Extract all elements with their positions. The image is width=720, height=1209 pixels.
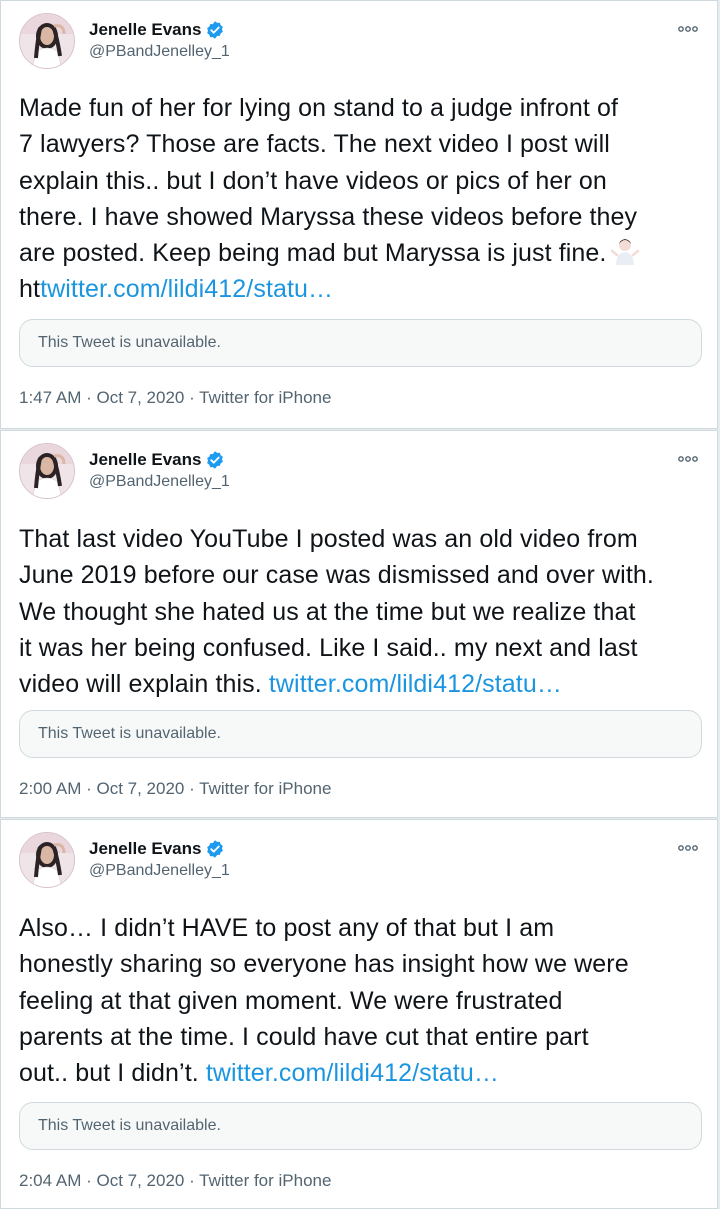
tweet-text-line: Also… I didn’t HAVE to post any of that … [19,914,555,942]
tweet-timestamp[interactable]: 2:04 AM · Oct 7, 2020 · Twitter for iPho… [19,1171,331,1191]
verified-badge-icon [205,20,225,40]
tweet-link-line: video will explain this. twitter.com/lil… [19,666,709,702]
quoted-tweet-unavailable-text: This Tweet is unavailable. [38,725,221,742]
tweet-text-line: honestly sharing so everyone has insight… [19,950,629,979]
tweet-text: That last video YouTube I posted was an … [19,521,709,702]
tweet-text-line: feeling at that given moment. We were fr… [19,986,563,1015]
tweet-text-line: video will explain this. [19,670,262,699]
tweet-text: Also… I didn’t HAVE to post any of that … [19,910,709,1091]
avatar[interactable] [19,832,75,888]
tweet-link-line: httwitter.com/lildi412/statu… [19,271,709,307]
quoted-tweet-card[interactable]: This Tweet is unavailable. [19,710,702,758]
tweet-link-line: out.. but I didn’t. twitter.com/lildi412… [19,1055,709,1091]
author-handle[interactable]: @PBandJenelley_1 [89,473,230,491]
author-name[interactable]: Jenelle Evans [89,20,201,40]
tweet-link[interactable]: twitter.com/lildi412/statu… [206,1059,499,1087]
tweet-3[interactable]: Jenelle Evans @PBandJenelley_1 Also… I d… [0,819,718,1209]
tweet-text-line: 7 lawyers? Those are facts. The next vid… [19,130,610,159]
avatar[interactable] [19,13,75,69]
quoted-tweet-unavailable-text: This Tweet is unavailable. [38,334,221,351]
tweet-header: Jenelle Evans @PBandJenelley_1 [19,13,699,71]
tweet-stack: Jenelle Evans @PBandJenelley_1 Made fun … [0,0,720,1209]
verified-badge-icon [205,839,225,859]
tweet-text: Made fun of her for lying on stand to a … [19,90,709,308]
tweet-text-line: That last video YouTube I posted was an … [19,525,638,553]
more-options-icon[interactable] [677,451,699,462]
author-block: Jenelle Evans @PBandJenelley_1 [89,838,230,880]
tweet-link[interactable]: twitter.com/lildi412/statu… [40,275,333,303]
tweet-text-line: there. I have showed Maryssa these video… [19,202,638,231]
tweet-text-line: it was her being confused. Like I said..… [19,633,638,662]
quoted-tweet-card[interactable]: This Tweet is unavailable. [19,1102,702,1150]
author-handle[interactable]: @PBandJenelley_1 [89,43,230,61]
tweet-text-line: explain this.. but I don’t have videos o… [19,166,607,195]
tweet-text-line-with-emoji: are posted. Keep being mad but Maryssa i… [19,235,709,271]
verified-badge-icon [205,450,225,470]
more-options-icon[interactable] [677,21,699,32]
author-block: Jenelle Evans @PBandJenelley_1 [89,449,230,491]
tweet-header: Jenelle Evans @PBandJenelley_1 [19,443,699,501]
author-name[interactable]: Jenelle Evans [89,450,201,470]
tweet-text-line: Made fun of her for lying on stand to a … [19,94,619,122]
tweet-text-line: parents at the time. I could have cut th… [19,1022,589,1051]
author-handle[interactable]: @PBandJenelley_1 [89,862,230,880]
tweet-header: Jenelle Evans @PBandJenelley_1 [19,832,699,890]
tweet-link[interactable]: twitter.com/lildi412/statu… [269,670,562,698]
more-options-icon[interactable] [677,840,699,851]
quoted-tweet-unavailable-text: This Tweet is unavailable. [38,1117,221,1134]
tweet-text-line: out.. but I didn’t. [19,1059,199,1088]
tweet-2[interactable]: Jenelle Evans @PBandJenelley_1 That last… [0,430,718,818]
tweet-timestamp[interactable]: 2:00 AM · Oct 7, 2020 · Twitter for iPho… [19,779,331,799]
avatar[interactable] [19,443,75,499]
link-prefix: ht [19,275,41,304]
tweet-text-line: We thought she hated us at the time but … [19,597,636,626]
author-name[interactable]: Jenelle Evans [89,839,201,859]
woman-shrugging-emoji [610,236,640,266]
tweet-text-line: June 2019 before our case was dismissed … [19,561,654,590]
tweet-timestamp[interactable]: 1:47 AM · Oct 7, 2020 · Twitter for iPho… [19,388,331,408]
tweet-1[interactable]: Jenelle Evans @PBandJenelley_1 Made fun … [0,0,718,429]
quoted-tweet-card[interactable]: This Tweet is unavailable. [19,319,702,367]
tweet-text-line: are posted. Keep being mad but Maryssa i… [19,239,607,268]
author-block: Jenelle Evans @PBandJenelley_1 [89,19,230,61]
